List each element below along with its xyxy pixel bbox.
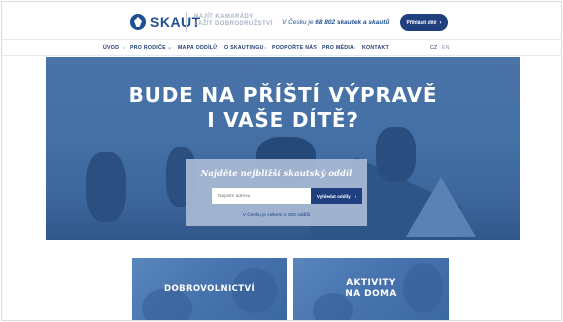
logo-divider: [186, 12, 187, 32]
slogan: NAJÍT KAMARÁDY ZAŽÍT DOBRODRUŽSTVÍ: [194, 14, 274, 28]
hero-banner: BUDE NA PŘÍŠTÍ VÝPRAVĚ I VAŠE DÍTĚ? Najd…: [46, 57, 520, 240]
nav-item-home[interactable]: ÚVOD: [103, 45, 119, 51]
slogan-line-2: ZAŽÍT DOBRODRUŽSTVÍ: [194, 21, 273, 27]
nav-item-media[interactable]: PRO MÉDIA: [322, 45, 354, 51]
lang-cz[interactable]: CZ: [430, 45, 438, 51]
troop-finder: Najděte nejbližší skautský oddíl Vyhleda…: [186, 159, 367, 226]
card-volunteering[interactable]: DOBROVOLNICTVÍ: [132, 258, 287, 320]
card-volunteering-label: DOBROVOLNICTVÍ: [163, 284, 256, 294]
hero-title-line-2: I VAŠE DÍTĚ?: [207, 108, 359, 132]
tagline-prefix: V Česku je: [282, 19, 314, 26]
logo[interactable]: SKAUT: [130, 14, 201, 30]
card-home-activities-label: AKTIVITY NA DOMA: [293, 278, 449, 300]
nav-item-parents[interactable]: PRO RODIČE ⌄: [130, 45, 172, 51]
enroll-child-button[interactable]: Přihlásit dítě ›: [400, 14, 448, 31]
tagline-count: 68 802: [315, 19, 336, 26]
hero-photo-figure: [376, 127, 416, 182]
nav-separator: [314, 47, 316, 49]
card-home-activities[interactable]: AKTIVITY NA DOMA: [293, 258, 449, 320]
search-troops-label: Vyhledat oddíly: [316, 193, 351, 199]
card-home-activities-line-1: AKTIVITY: [346, 278, 396, 288]
hero-title-line-1: BUDE NA PŘÍŠTÍ VÝPRAVĚ: [128, 83, 438, 107]
enroll-child-label: Přihlásit dítě: [406, 19, 437, 26]
nav-separator: [169, 47, 171, 49]
nav-separator: [353, 47, 355, 49]
lily-icon: [130, 14, 146, 30]
site-header: SKAUT NAJÍT KAMARÁDY ZAŽÍT DOBRODRUŽSTVÍ…: [2, 2, 561, 40]
troop-count: V Česku je celkem 2 200 oddílů: [242, 213, 311, 218]
member-count-tagline: V Česku je 68 802 skautek a skautů: [282, 19, 389, 26]
chevron-right-icon: ›: [354, 193, 357, 199]
slogan-line-1: NAJÍT KAMARÁDY: [194, 14, 254, 20]
lang-en[interactable]: EN: [442, 45, 450, 51]
finder-title: Najděte nejbližší skautský oddíl: [200, 169, 353, 179]
nav-item-support[interactable]: PODPOŘTE NÁS: [272, 45, 317, 51]
browser-page: SKAUT NAJÍT KAMARÁDY ZAŽÍT DOBRODRUŽSTVÍ…: [1, 1, 562, 321]
chevron-right-icon: ›: [439, 19, 442, 26]
search-troops-button[interactable]: Vyhledat oddíly ›: [311, 188, 362, 204]
nav-item-about[interactable]: O SKAUTINGU: [224, 45, 264, 51]
card-home-activities-line-2: NA DOMA: [345, 289, 397, 299]
tagline-suffix: skautek a skautů: [336, 19, 390, 26]
nav-separator: [215, 47, 217, 49]
nav-separator: [123, 47, 125, 49]
nav-separator: [264, 47, 266, 49]
hero-photo-figure: [86, 152, 126, 222]
address-search-input[interactable]: [212, 188, 311, 204]
nav-item-map[interactable]: MAPA ODDÍLŮ: [178, 45, 217, 51]
nav-item-contact[interactable]: KONTAKT: [362, 45, 389, 51]
main-nav: ÚVOD PRO RODIČE ⌄ MAPA ODDÍLŮ O SKAUTING…: [2, 41, 561, 56]
